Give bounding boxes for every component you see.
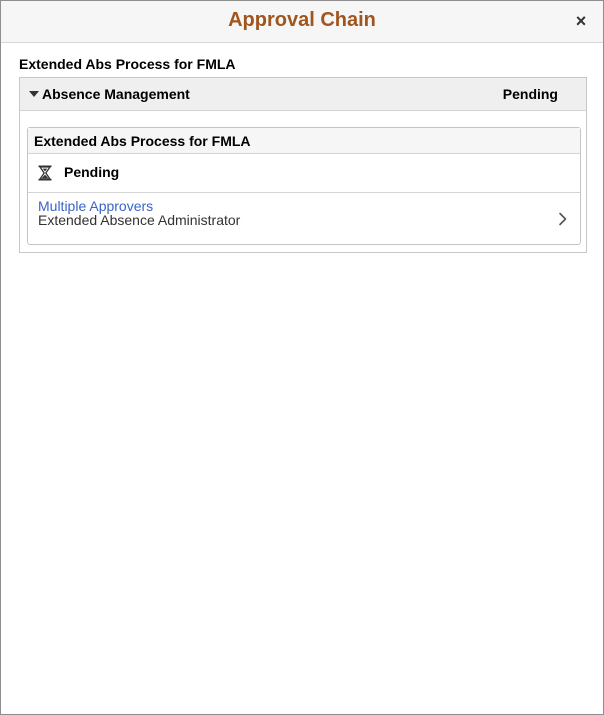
step-status-label: Pending [64,164,120,180]
group-header-toggle[interactable]: Absence Management Pending [20,78,586,111]
path-header: Extended Abs Process for FMLA [28,128,580,154]
group-status: Pending [502,86,558,102]
approval-chain-dialog: Approval Chain × Extended Abs Process fo… [0,0,604,715]
close-button[interactable]: × [571,10,591,32]
step-status-row: Pending [28,154,580,193]
group-label: Absence Management [42,86,190,102]
approval-path: Extended Abs Process for FMLA Pending Mu… [27,127,581,245]
dialog-header: Approval Chain × [1,1,603,43]
approval-group: Absence Management Pending Extended Abs … [19,77,587,253]
caret-down-icon [29,91,39,97]
approver-row[interactable]: Multiple Approvers Extended Absence Admi… [28,193,580,244]
dialog-title: Approval Chain [228,9,376,31]
path-label: Extended Abs Process for FMLA [34,133,251,149]
approver-role: Extended Absence Administrator [38,212,241,228]
chevron-right-icon[interactable] [558,212,568,226]
hourglass-icon [38,165,52,181]
transaction-title: Extended Abs Process for FMLA [19,56,236,72]
